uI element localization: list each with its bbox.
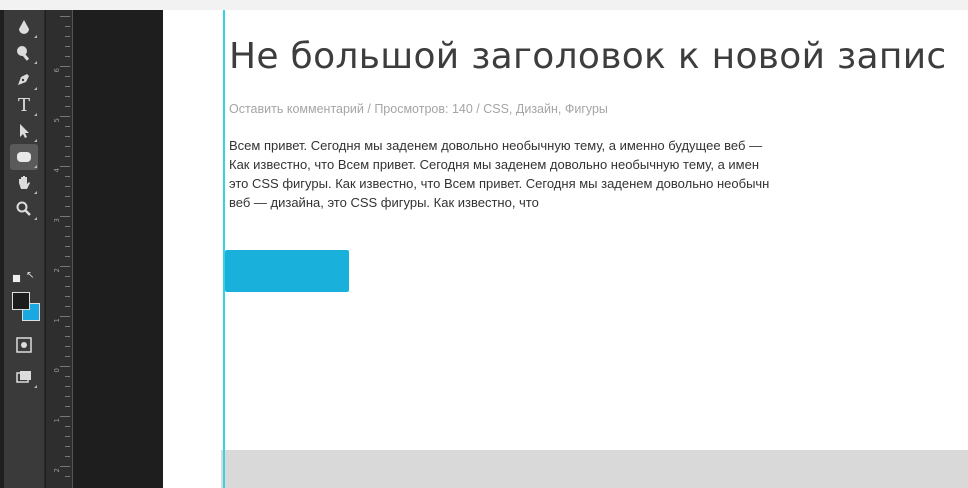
pen-icon [18, 74, 29, 85]
paint-bucket-tool[interactable] [10, 14, 38, 40]
vertical-ruler: 6 5 4 3 2 1 0 1 2 [46, 10, 73, 488]
screen-mode-icon [16, 371, 31, 383]
ruler-number: 2 [53, 468, 61, 473]
paint-bucket-icon [19, 20, 29, 34]
ruler-number: 6 [53, 68, 61, 73]
hand-tool[interactable] [10, 170, 38, 196]
screen-mode-button[interactable] [10, 364, 38, 390]
document-canvas[interactable]: Не большой заголовок к новой запис Остав… [221, 10, 968, 488]
canvas-margin [163, 10, 221, 488]
read-more-button-shape[interactable] [225, 250, 349, 292]
foreground-color-swatch[interactable] [12, 292, 30, 310]
ruler-number: 1 [53, 318, 61, 323]
pasteboard [73, 10, 163, 488]
rounded-rectangle-icon [17, 152, 31, 162]
type-tool[interactable]: T [10, 92, 38, 118]
ruler-number: 4 [53, 168, 61, 173]
post-body-line: Как известно, что Всем привет. Сегодня м… [229, 157, 760, 172]
post-body-line: Всем привет. Сегодня мы заденем довольно… [229, 138, 763, 153]
zoom-tool[interactable] [10, 196, 38, 222]
rounded-rectangle-tool[interactable] [10, 144, 38, 170]
ruler-number: 5 [53, 118, 61, 123]
post-body-line: это CSS фигуры. Как известно, что Всем п… [229, 176, 770, 191]
quick-mask-button[interactable] [10, 332, 38, 358]
dodge-icon [17, 46, 30, 61]
ruler-number: 2 [53, 268, 61, 273]
post-title: Не большой заголовок к новой запис [229, 36, 947, 77]
ruler-number: 3 [53, 218, 61, 223]
dodge-tool[interactable] [10, 40, 38, 66]
hand-icon [19, 176, 30, 189]
path-selection-tool[interactable] [10, 118, 38, 144]
default-colors-icon[interactable] [12, 274, 21, 283]
ruler-number: 0 [53, 368, 61, 373]
pen-tool[interactable] [10, 66, 38, 92]
zoom-icon [16, 201, 31, 216]
top-strip [0, 0, 968, 10]
arrow-icon [20, 124, 29, 138]
ruler-number: 1 [53, 418, 61, 423]
tools-panel: T ↖ [4, 10, 45, 488]
quick-mask-icon [16, 337, 32, 353]
footer-bar [221, 450, 968, 488]
post-body-line: веб — дизайна, это CSS фигуры. Как извес… [229, 195, 539, 210]
post-body: Всем привет. Сегодня мы заденем довольно… [229, 136, 968, 212]
swap-colors-icon[interactable]: ↖ [26, 270, 38, 281]
vertical-guide[interactable] [223, 10, 225, 488]
type-icon: T [17, 94, 30, 116]
post-meta: Оставить комментарий / Просмотров: 140 /… [229, 102, 608, 116]
